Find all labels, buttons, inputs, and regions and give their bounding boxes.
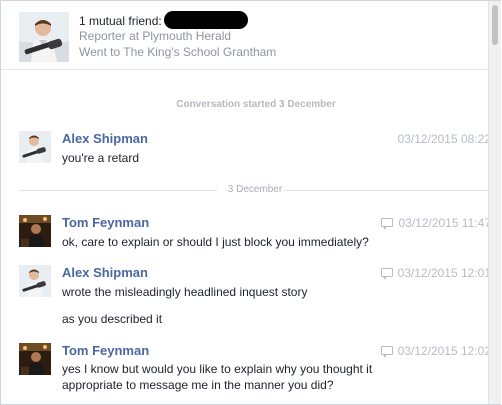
- message: Alex Shipman 03/12/2015 12:01 wrote the …: [19, 265, 491, 329]
- message-text: ok, care to explain or should I just blo…: [62, 235, 369, 249]
- conversation-header: 1 mutual friend: Reporter at Plymouth He…: [1, 1, 491, 70]
- message-text: as you described it: [62, 312, 163, 326]
- speech-bubble-icon: [380, 346, 393, 358]
- speech-bubble-icon: [381, 218, 394, 230]
- sender-avatar[interactable]: [19, 265, 51, 297]
- mutual-friends: 1 mutual friend:: [79, 11, 248, 29]
- redacted-name: [163, 11, 248, 29]
- sender-avatar[interactable]: [19, 215, 51, 247]
- message-text: yes I know but would you like to explain…: [62, 362, 373, 376]
- scrollbar[interactable]: [488, 1, 501, 404]
- message: Tom Feynman 03/12/2015 12:02 yes I know …: [19, 343, 491, 399]
- message-text: appropriate to message me in the manner …: [62, 378, 334, 392]
- message-timestamp: 03/12/2015 12:02: [380, 344, 491, 358]
- message-timestamp: 03/12/2015 08:22: [397, 132, 491, 146]
- message: Tom Feynman 03/12/2015 11:47 ok, care to…: [19, 215, 491, 255]
- message-timestamp: 03/12/2015 12:01: [380, 266, 491, 280]
- profile-school: Went to The King's School Grantham: [79, 45, 277, 59]
- date-divider: 3 December: [19, 184, 491, 198]
- sender-avatar[interactable]: [19, 131, 51, 163]
- conversation-started-label: Conversation started 3 December: [176, 99, 336, 110]
- sender-avatar[interactable]: [19, 343, 51, 375]
- chat-window: 1 mutual friend: Reporter at Plymouth He…: [0, 0, 501, 405]
- message: Alex Shipman 03/12/2015 08:22 you're a r…: [19, 131, 491, 171]
- message-text: wrote the misleadingly headlined inquest…: [62, 285, 308, 299]
- sender-name[interactable]: Alex Shipman: [62, 265, 148, 280]
- profile-avatar[interactable]: [19, 12, 69, 62]
- message-timestamp: 03/12/2015 11:47: [381, 216, 491, 230]
- sender-name[interactable]: Tom Feynman: [62, 343, 149, 358]
- scrollbar-thumb[interactable]: [492, 5, 498, 45]
- message-text: you're a retard: [62, 151, 139, 165]
- profile-job: Reporter at Plymouth Herald: [79, 29, 232, 43]
- speech-bubble-icon: [380, 268, 393, 280]
- sender-name[interactable]: Alex Shipman: [62, 131, 148, 146]
- sender-name[interactable]: Tom Feynman: [62, 215, 149, 230]
- mutual-friends-label: 1 mutual friend:: [79, 14, 162, 28]
